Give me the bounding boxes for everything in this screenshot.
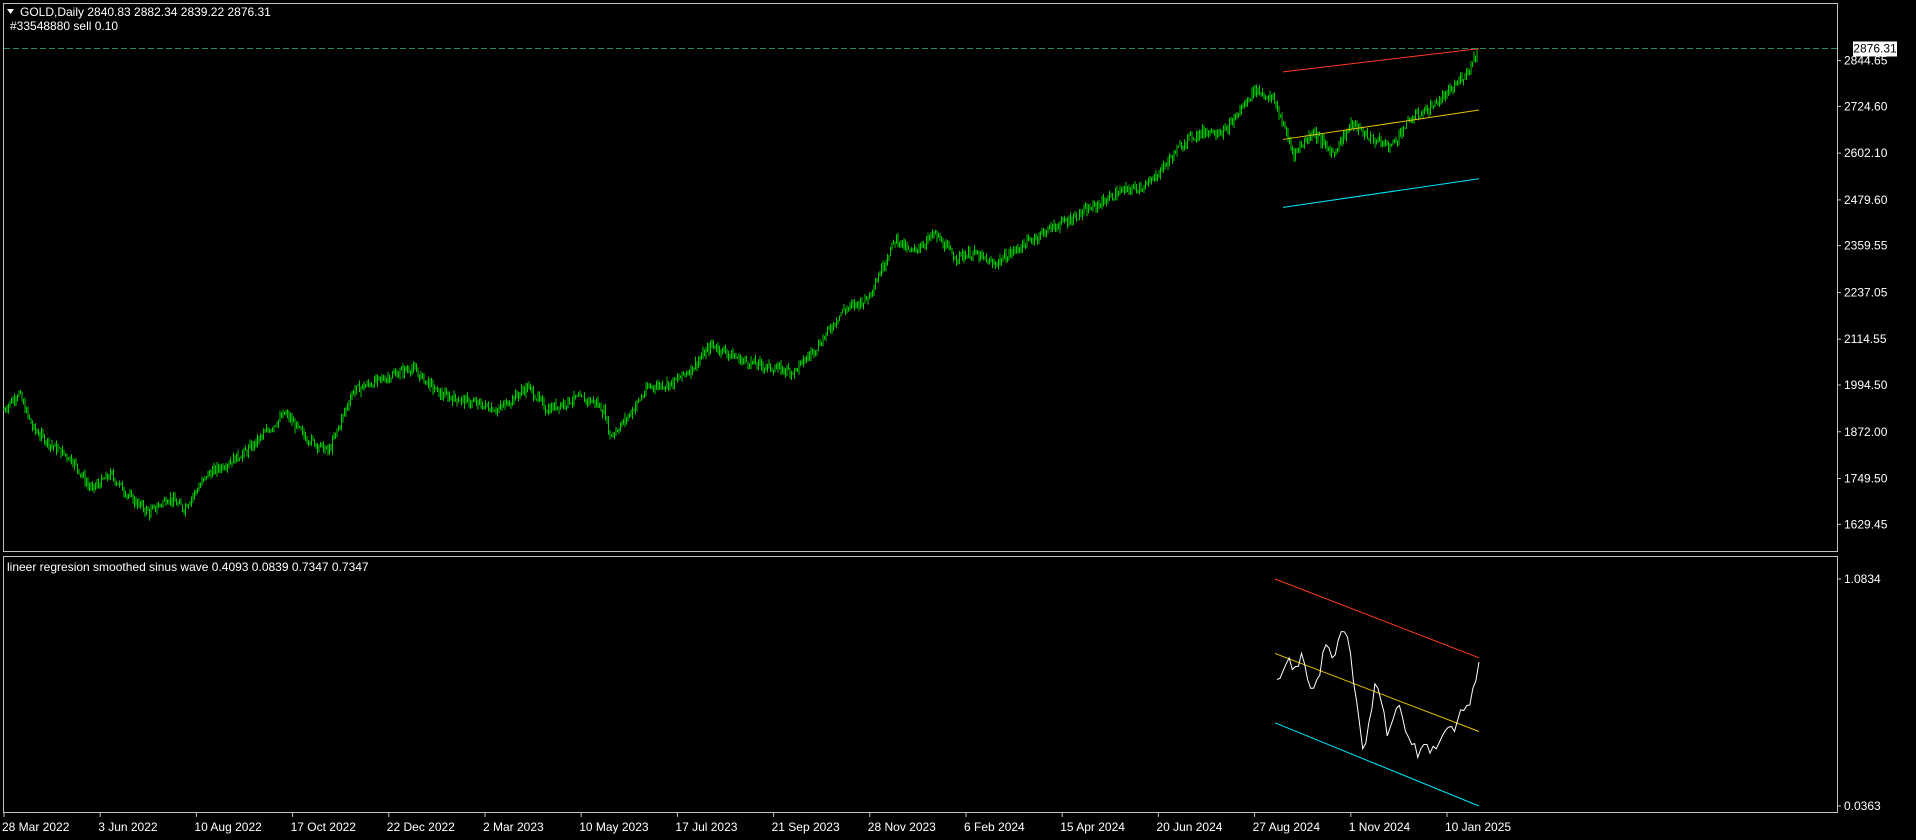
x-tick-label: 15 Apr 2024 [1060, 820, 1125, 834]
upper-regression-line [1282, 48, 1480, 73]
indicator-regression-channel [1274, 578, 1480, 807]
y-tick-label: 1994.50 [1844, 378, 1888, 392]
x-tick-label: 10 May 2023 [579, 820, 649, 834]
indicator-lower-line [1274, 722, 1480, 807]
x-tick-label: 17 Oct 2022 [291, 820, 357, 834]
x-tick-label: 21 Sep 2023 [772, 820, 840, 834]
y-tick-label: 2114.55 [1844, 332, 1887, 346]
symbol-line: GOLD,Daily 2840.83 2882.34 2839.22 2876.… [20, 5, 271, 19]
indicator-y-tick-label: 1.0834 [1844, 572, 1881, 586]
x-tick-label: 2 Mar 2023 [483, 820, 544, 834]
price-regression-channel [1282, 48, 1480, 208]
x-tick-label: 28 Mar 2022 [2, 820, 70, 834]
y-tick-label: 2237.05 [1844, 285, 1888, 299]
y-tick-label: 2602.10 [1844, 146, 1888, 160]
x-tick-label: 22 Dec 2022 [387, 820, 455, 834]
x-tick-label: 27 Aug 2024 [1253, 820, 1321, 834]
x-tick-label: 10 Aug 2022 [194, 820, 262, 834]
indicator-upper-line [1274, 578, 1480, 659]
indicator-axis: 1.0834 0.0363 [1837, 572, 1881, 813]
x-tick-label: 3 Jun 2022 [98, 820, 158, 834]
symbol-header: GOLD,Daily 2840.83 2882.34 2839.22 2876.… [7, 5, 271, 33]
x-tick-label: 28 Nov 2023 [868, 820, 936, 834]
time-axis: 28 Mar 2022 3 Jun 2022 10 Aug 2022 17 Oct 2… [2, 812, 1511, 834]
y-tick-label: 1629.45 [1844, 517, 1888, 531]
x-tick-label: 1 Nov 2024 [1349, 820, 1411, 834]
indicator-panel: 1.0834 0.0363 lineer regresion smoothed s… [3, 556, 1881, 813]
price-candles [3, 47, 1478, 521]
order-line: #33548880 sell 0.10 [10, 19, 118, 33]
x-tick-label: 17 Jul 2023 [675, 820, 737, 834]
x-tick-label: 20 Jun 2024 [1156, 820, 1222, 834]
indicator-panel-frame [3, 556, 1838, 813]
x-tick-label: 10 Jan 2025 [1445, 820, 1511, 834]
triangle-down-icon[interactable] [7, 9, 14, 14]
lower-regression-line [1282, 178, 1480, 208]
current-price-text: 2876.31 [1853, 41, 1897, 55]
y-tick-label: 1749.50 [1844, 471, 1888, 485]
current-price-label: 2876.31 [1853, 41, 1897, 57]
price-panel-frame [3, 3, 1838, 552]
indicator-title: lineer regresion smoothed sinus wave 0.4… [7, 560, 369, 574]
indicator-wave-line [1276, 630, 1480, 760]
price-panel: 2844.652724.602602.102479.602359.552237.… [3, 3, 1897, 552]
y-tick-label: 2724.60 [1844, 99, 1888, 113]
indicator-middle-line [1274, 652, 1480, 732]
price-axis: 2844.652724.602602.102479.602359.552237.… [1837, 54, 1888, 531]
y-tick-label: 2359.55 [1844, 239, 1888, 253]
indicator-y-tick-label: 0.0363 [1844, 799, 1881, 813]
y-tick-label: 2479.60 [1844, 193, 1888, 207]
x-tick-label: 6 Feb 2024 [964, 820, 1025, 834]
chart-canvas: 2844.652724.602602.102479.602359.552237.… [2, 3, 1897, 834]
middle-regression-line [1282, 109, 1480, 140]
y-tick-label: 1872.00 [1844, 425, 1888, 439]
